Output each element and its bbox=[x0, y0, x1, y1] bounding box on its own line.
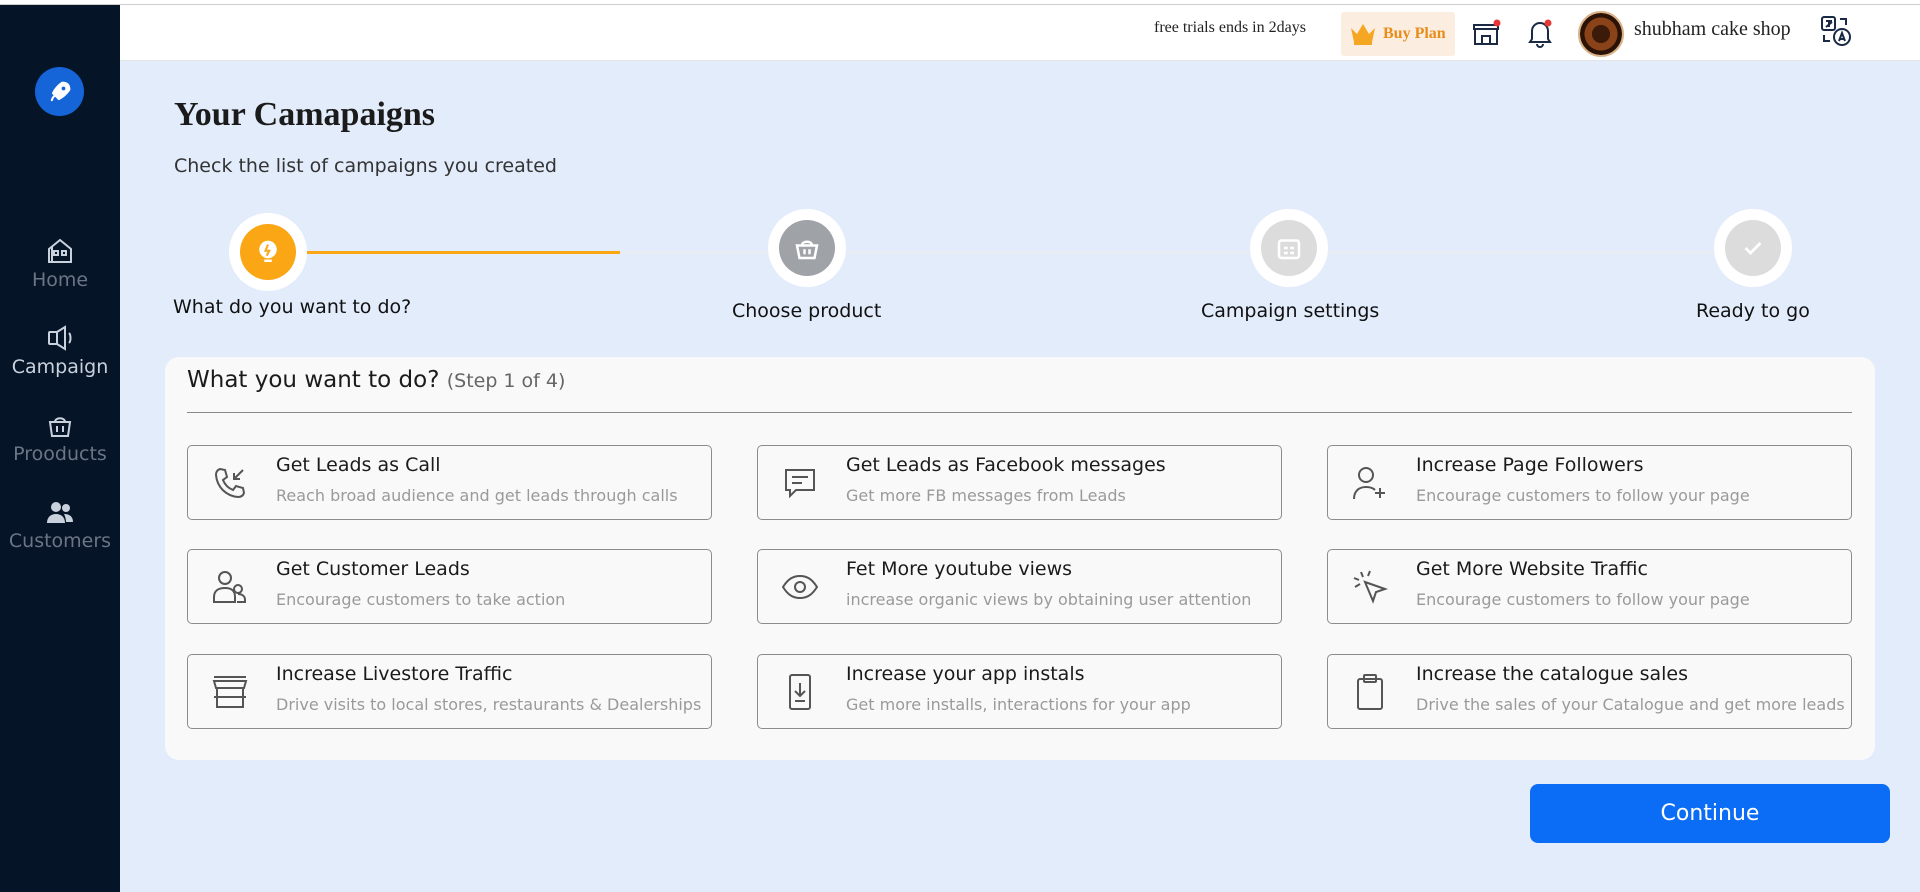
basket-icon bbox=[48, 417, 72, 437]
sidebar-item-label: Customers bbox=[8, 530, 112, 552]
buy-plan-label: Buy Plan bbox=[1383, 25, 1446, 42]
users-icon bbox=[213, 571, 246, 603]
step-3-label: Campaign settings bbox=[1201, 300, 1380, 322]
rocket-logo-icon[interactable] bbox=[35, 67, 84, 116]
cursor-click-icon bbox=[1353, 570, 1389, 604]
option-page-followers[interactable]: Increase Page Followers Encourage custom… bbox=[1327, 445, 1852, 520]
card-title: What you want to do? (Step 1 of 4) bbox=[187, 367, 565, 393]
sidebar-item-campaign[interactable]: Campaign bbox=[0, 322, 120, 378]
sidebar-item-home[interactable]: Home bbox=[0, 235, 120, 291]
basket-icon bbox=[795, 240, 819, 260]
step-progress-line bbox=[266, 251, 620, 254]
option-desc: increase organic views by obtaining user… bbox=[846, 590, 1252, 609]
option-catalogue-sales[interactable]: Increase the catalogue sales Drive the s… bbox=[1327, 654, 1852, 729]
avatar[interactable] bbox=[1578, 11, 1624, 57]
sidebar-item-customers[interactable]: Customers bbox=[0, 496, 120, 552]
step-1-circle[interactable] bbox=[229, 213, 307, 291]
page-subtitle: Check the list of campaigns you created bbox=[174, 155, 557, 177]
option-desc: Encourage customers to follow your page bbox=[1416, 590, 1750, 609]
buy-plan-button[interactable]: Buy Plan bbox=[1341, 12, 1455, 56]
option-desc: Drive visits to local stores, restaurant… bbox=[276, 695, 702, 714]
shop-name[interactable]: shubham cake shop bbox=[1634, 18, 1791, 41]
option-title: Get More Website Traffic bbox=[1416, 558, 1648, 580]
continue-button[interactable]: Continue bbox=[1530, 784, 1890, 843]
users-icon bbox=[47, 502, 73, 523]
megaphone-icon bbox=[48, 325, 72, 351]
option-customer-leads[interactable]: Get Customer Leads Encourage customers t… bbox=[187, 549, 712, 624]
bell-icon[interactable] bbox=[1524, 17, 1556, 49]
option-livestore-traffic[interactable]: Increase Livestore Traffic Drive visits … bbox=[187, 654, 712, 729]
option-app-installs[interactable]: Increase your app instals Get more insta… bbox=[757, 654, 1282, 729]
user-plus-icon bbox=[1353, 467, 1385, 500]
option-title: Fet More youtube views bbox=[846, 558, 1073, 580]
step-3-circle[interactable] bbox=[1250, 209, 1328, 287]
option-desc: Get more installs, interactions for your… bbox=[846, 695, 1191, 714]
option-desc: Get more FB messages from Leads bbox=[846, 486, 1126, 505]
mobile-download-icon bbox=[789, 674, 811, 710]
clipboard-icon bbox=[1357, 674, 1383, 710]
campaign-goal-card: What you want to do? (Step 1 of 4) Get L… bbox=[165, 357, 1875, 760]
trial-notice: free trials ends in 2days bbox=[1154, 19, 1306, 36]
step-2-circle[interactable] bbox=[768, 209, 846, 287]
message-icon bbox=[785, 469, 815, 499]
store-icon bbox=[212, 676, 248, 708]
step-indicator: (Step 1 of 4) bbox=[446, 370, 566, 392]
step-2-label: Choose product bbox=[732, 300, 882, 322]
sidebar-item-label: Prooducts bbox=[13, 443, 107, 465]
gift-store-icon[interactable] bbox=[1470, 17, 1502, 49]
option-desc: Drive the sales of your Catalogue and ge… bbox=[1416, 695, 1845, 714]
step-1-label: What do you want to do? bbox=[173, 296, 412, 318]
option-title: Get Leads as Facebook messages bbox=[846, 454, 1166, 476]
option-desc: Encourage customers to follow your page bbox=[1416, 486, 1750, 505]
option-desc: Encourage customers to take action bbox=[276, 590, 566, 609]
option-leads-facebook[interactable]: Get Leads as Facebook messages Get more … bbox=[757, 445, 1282, 520]
crown-icon bbox=[1351, 24, 1375, 45]
step-4-circle[interactable] bbox=[1714, 209, 1792, 287]
sidebar: Home Campaign Prooducts Customers bbox=[0, 5, 120, 892]
divider bbox=[187, 412, 1852, 413]
option-title: Get Customer Leads bbox=[276, 558, 470, 580]
option-title: Increase Page Followers bbox=[1416, 454, 1644, 476]
option-leads-call[interactable]: Get Leads as Call Reach broad audience a… bbox=[187, 445, 712, 520]
page-title: Your Camapaigns bbox=[174, 96, 436, 133]
option-title: Get Leads as Call bbox=[276, 454, 441, 476]
sidebar-item-label: Home bbox=[31, 269, 89, 291]
check-icon bbox=[1744, 242, 1762, 255]
sidebar-item-products[interactable]: Prooducts bbox=[0, 409, 120, 465]
option-desc: Reach broad audience and get leads throu… bbox=[276, 486, 678, 505]
translate-icon[interactable] bbox=[1818, 13, 1854, 49]
phone-incoming-icon bbox=[214, 467, 246, 499]
top-header: free trials ends in 2days Buy Plan shubh… bbox=[120, 5, 1920, 61]
option-title: Increase Livestore Traffic bbox=[276, 663, 513, 685]
option-website-traffic[interactable]: Get More Website Traffic Encourage custo… bbox=[1327, 549, 1852, 624]
option-title: Increase your app instals bbox=[846, 663, 1085, 685]
eye-icon bbox=[781, 574, 819, 600]
lightbulb-icon bbox=[259, 240, 277, 262]
sidebar-item-label: Campaign bbox=[11, 356, 109, 378]
option-youtube-views[interactable]: Fet More youtube views increase organic … bbox=[757, 549, 1282, 624]
calendar-icon bbox=[1277, 239, 1301, 260]
home-icon bbox=[48, 238, 72, 263]
card-title-text: What you want to do? bbox=[187, 367, 440, 393]
step-4-label: Ready to go bbox=[1696, 300, 1810, 322]
option-title: Increase the catalogue sales bbox=[1416, 663, 1688, 685]
